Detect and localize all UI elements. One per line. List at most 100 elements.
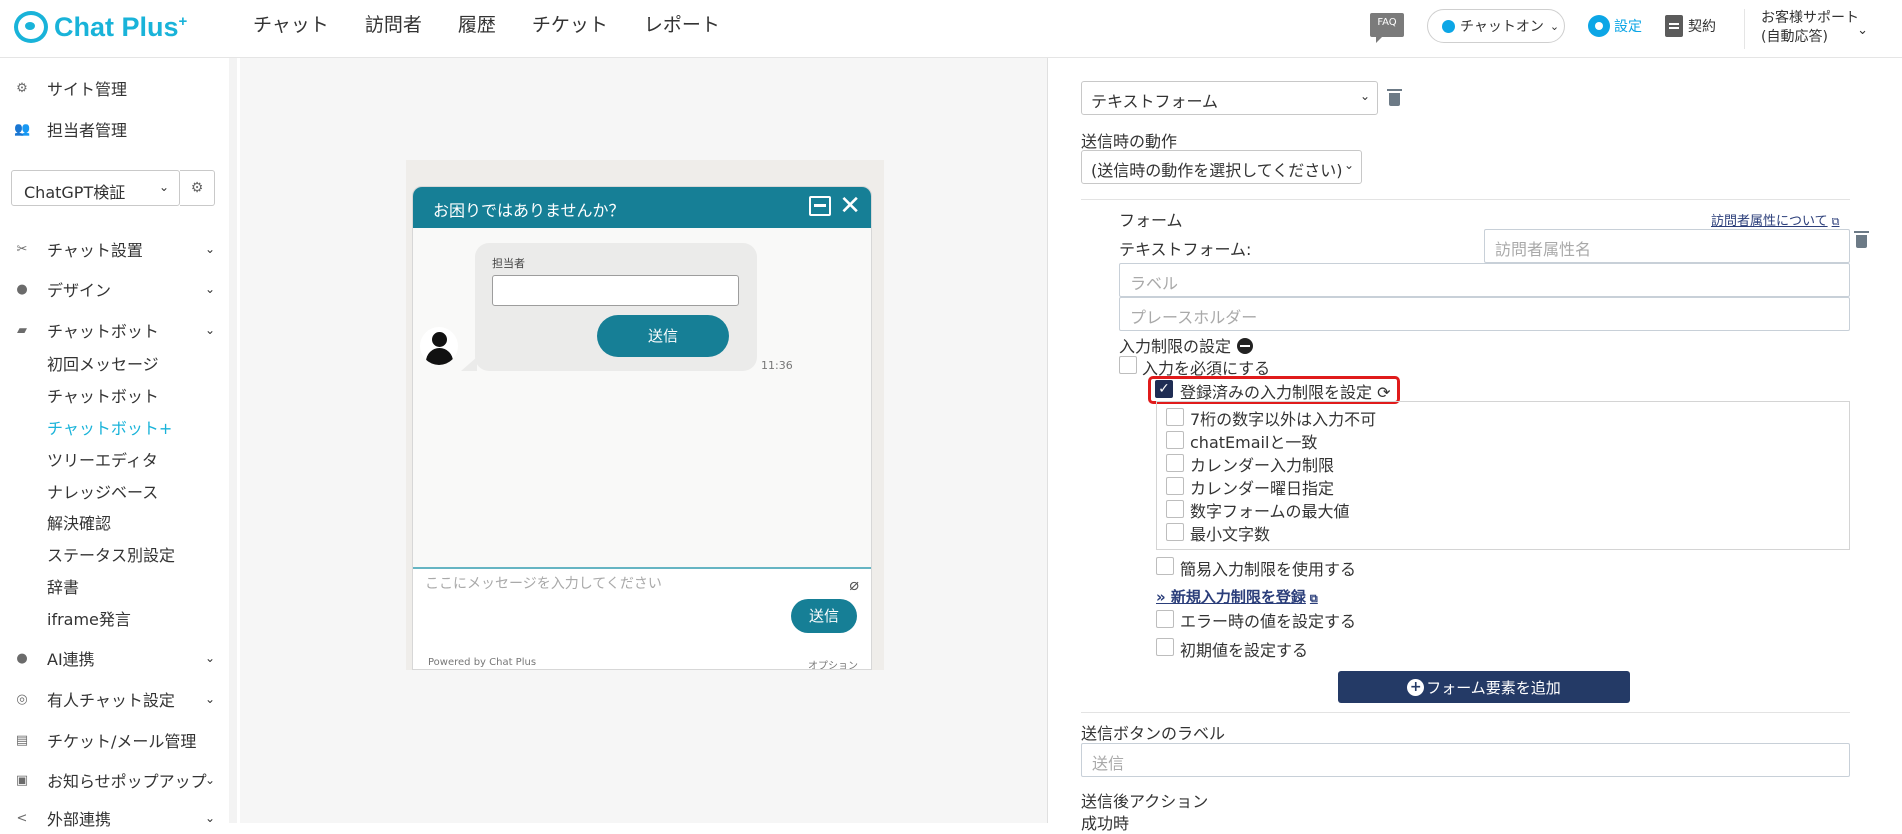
palette-icon: ● — [16, 281, 28, 297]
error-value-checkbox[interactable] — [1156, 610, 1174, 628]
refresh-icon[interactable]: ⟳ — [1377, 383, 1390, 402]
sidebar-item-external[interactable]: < 外部連携 ⌄ — [14, 806, 219, 830]
trash-icon[interactable] — [1387, 89, 1402, 106]
bubble-send-button[interactable]: 送信 — [597, 315, 729, 357]
nav-history[interactable]: 履歴 — [458, 13, 496, 37]
sidebar-sub-chatbot[interactable]: チャットボット — [47, 383, 159, 407]
registered-restriction-label: 登録済みの入力制限を設定 ⟳ — [1180, 383, 1391, 402]
site-select[interactable]: ChatGPT検証 ⌄ — [11, 170, 180, 206]
sidebar-sub-resolution[interactable]: 解決確認 — [47, 510, 111, 534]
main-nav: チャット 訪問者 履歴 チケット レポート — [253, 13, 756, 37]
chevron-down-icon: ⌄ — [204, 242, 215, 256]
logo-text: Chat Plus+ — [54, 11, 188, 42]
sidebar-item-chatbot[interactable]: ▰ チャットボット ⌄ — [14, 318, 219, 342]
form-type-select[interactable]: テキストフォーム ⌄ — [1081, 81, 1378, 115]
sidebar-scrollbar[interactable] — [229, 58, 237, 823]
chevron-down-icon: ⌄ — [1359, 89, 1370, 103]
send-button-label-heading: 送信ボタンのラベル — [1081, 724, 1226, 743]
users-icon: 👥 — [14, 121, 31, 137]
minimize-icon[interactable] — [809, 196, 831, 216]
chevron-down-icon: ⌄ — [204, 323, 215, 337]
sidebar-sub-tree-editor[interactable]: ツリーエディタ — [47, 447, 158, 471]
chat-plus-logo[interactable]: Chat Plus+ — [14, 10, 187, 44]
placeholder-input[interactable]: プレースホルダー — [1119, 297, 1850, 331]
top-header: Chat Plus+ チャット 訪問者 履歴 チケット レポート FAQ チャッ… — [0, 0, 1902, 58]
list-icon: ▤ — [15, 732, 29, 748]
settings-link[interactable]: 設定 — [1588, 15, 1642, 37]
label-input[interactable]: ラベル — [1119, 263, 1850, 297]
sidebar-item-chat-setup[interactable]: ✂ チャット設置 ⌄ — [14, 237, 219, 261]
chat-status-dropdown[interactable]: チャットオン ⌄ — [1427, 9, 1565, 43]
chevron-down-icon: ⌄ — [1549, 19, 1560, 33]
message-timestamp: 11:36 — [761, 359, 793, 372]
sidebar-sub-knowledge-base[interactable]: ナレッジベース — [47, 479, 158, 503]
nav-chat[interactable]: チャット — [253, 13, 329, 37]
sidebar-item-popup[interactable]: ▣ お知らせポップアップ ⌄ — [14, 768, 219, 792]
on-send-select[interactable]: (送信時の動作を選択してください) ⌄ — [1081, 150, 1362, 184]
sidebar-item-staff-admin[interactable]: 👥 担当者管理 — [14, 117, 219, 141]
restriction-checkbox-email[interactable] — [1166, 431, 1184, 449]
sidebar-sub-status-settings[interactable]: ステータス別設定 — [47, 542, 175, 566]
initial-value-checkbox[interactable] — [1156, 638, 1174, 656]
sidebar-item-label: 有人チャット設定 — [47, 691, 175, 710]
chat-widget-preview: お困りではありませんか？ ✕ 担当者 送信 11:36 ここにメッセージを入力し… — [412, 186, 872, 670]
sidebar-item-ai[interactable]: ● AI連携 ⌄ — [14, 646, 219, 670]
restriction-label: chatEmailと一致 — [1190, 433, 1318, 452]
bubble-text-input[interactable] — [492, 275, 739, 306]
support-dropdown[interactable]: お客様サポート (自動応答) ⌄ — [1744, 9, 1902, 49]
after-send-action-heading: 送信後アクション — [1081, 792, 1209, 811]
add-form-element-button[interactable]: + フォーム要素を追加 — [1338, 671, 1630, 703]
restriction-checkbox-weekday[interactable] — [1166, 477, 1184, 495]
visitor-attr-help-link[interactable]: 訪問者属性について ⧉ — [1711, 210, 1839, 229]
nav-visitors[interactable]: 訪問者 — [365, 13, 422, 37]
close-icon[interactable]: ✕ — [839, 191, 861, 221]
sidebar-item-site-admin[interactable]: ⚙ サイト管理 — [14, 76, 219, 100]
paperclip-icon[interactable]: ⌀ — [849, 575, 859, 594]
sidebar-sub-chatbot-plus[interactable]: チャットボット+ — [47, 415, 172, 439]
registered-restriction-checkbox[interactable]: ✓ — [1155, 380, 1173, 398]
sidebar-sub-first-message[interactable]: 初回メッセージ — [47, 351, 159, 375]
gear-icon: ⚙ — [16, 80, 28, 96]
status-dot-icon — [1442, 19, 1455, 33]
form-section-label: フォーム — [1119, 211, 1183, 230]
simple-restriction-label: 簡易入力制限を使用する — [1180, 560, 1357, 579]
faq-icon[interactable]: FAQ — [1370, 13, 1404, 43]
restriction-label: 数字フォームの最大値 — [1190, 502, 1350, 521]
required-checkbox[interactable] — [1119, 356, 1137, 374]
chat-bubbles-icon: ▰ — [17, 322, 27, 338]
on-send-label: 送信時の動作 — [1081, 132, 1178, 151]
site-settings-gear-icon[interactable]: ⚙ — [180, 170, 215, 206]
send-button-label-input[interactable]: 送信 — [1081, 743, 1850, 777]
visitor-attr-input[interactable]: 訪問者属性名 — [1484, 229, 1850, 263]
sidebar-item-label: お知らせポップアップ — [47, 772, 207, 791]
restriction-checkbox-7digit[interactable] — [1166, 408, 1184, 426]
nav-ticket[interactable]: チケット — [532, 13, 608, 37]
collapse-minus-icon[interactable] — [1237, 338, 1254, 354]
bubble-field-label: 担当者 — [492, 257, 525, 270]
chat-input-area: ここにメッセージを入力してください ⌀ 送信 Powered by Chat P… — [413, 567, 871, 669]
restriction-checkbox-minlen[interactable] — [1166, 523, 1184, 541]
sidebar-sub-dictionary[interactable]: 辞書 — [47, 574, 79, 598]
sidebar-item-design[interactable]: ● デザイン ⌄ — [14, 277, 219, 301]
restriction-checkbox-max[interactable] — [1166, 500, 1184, 518]
restriction-label: カレンダー入力制限 — [1190, 456, 1335, 475]
contract-link[interactable]: 契約 — [1665, 15, 1716, 37]
sidebar-item-ticket-mail[interactable]: ▤ チケット/メール管理 — [14, 728, 219, 752]
chat-message-input[interactable]: ここにメッセージを入力してください — [425, 573, 662, 593]
sidebar-item-label: チケット/メール管理 — [47, 732, 197, 751]
chevron-down-icon: ⌄ — [158, 180, 169, 194]
sidebar-sub-iframe[interactable]: iframe発言 — [47, 606, 131, 630]
simple-restriction-checkbox[interactable] — [1156, 557, 1174, 575]
option-link[interactable]: オプション — [808, 657, 858, 669]
avatar — [420, 327, 458, 365]
trash-icon[interactable] — [1854, 231, 1869, 248]
nav-report[interactable]: レポート — [644, 13, 720, 37]
new-restriction-link[interactable]: » 新規入力制限を登録 ⧉ — [1156, 586, 1318, 607]
sidebar-item-label: サイト管理 — [47, 80, 128, 99]
sidebar-item-manned-chat[interactable]: ◎ 有人チャット設定 ⌄ — [14, 687, 219, 711]
chevron-down-icon: ⌄ — [1857, 23, 1868, 38]
chevron-down-icon: ⌄ — [204, 692, 215, 706]
chat-send-button[interactable]: 送信 — [791, 599, 857, 633]
restriction-checkbox-calendar[interactable] — [1166, 454, 1184, 472]
plus-circle-icon: + — [1407, 678, 1425, 696]
